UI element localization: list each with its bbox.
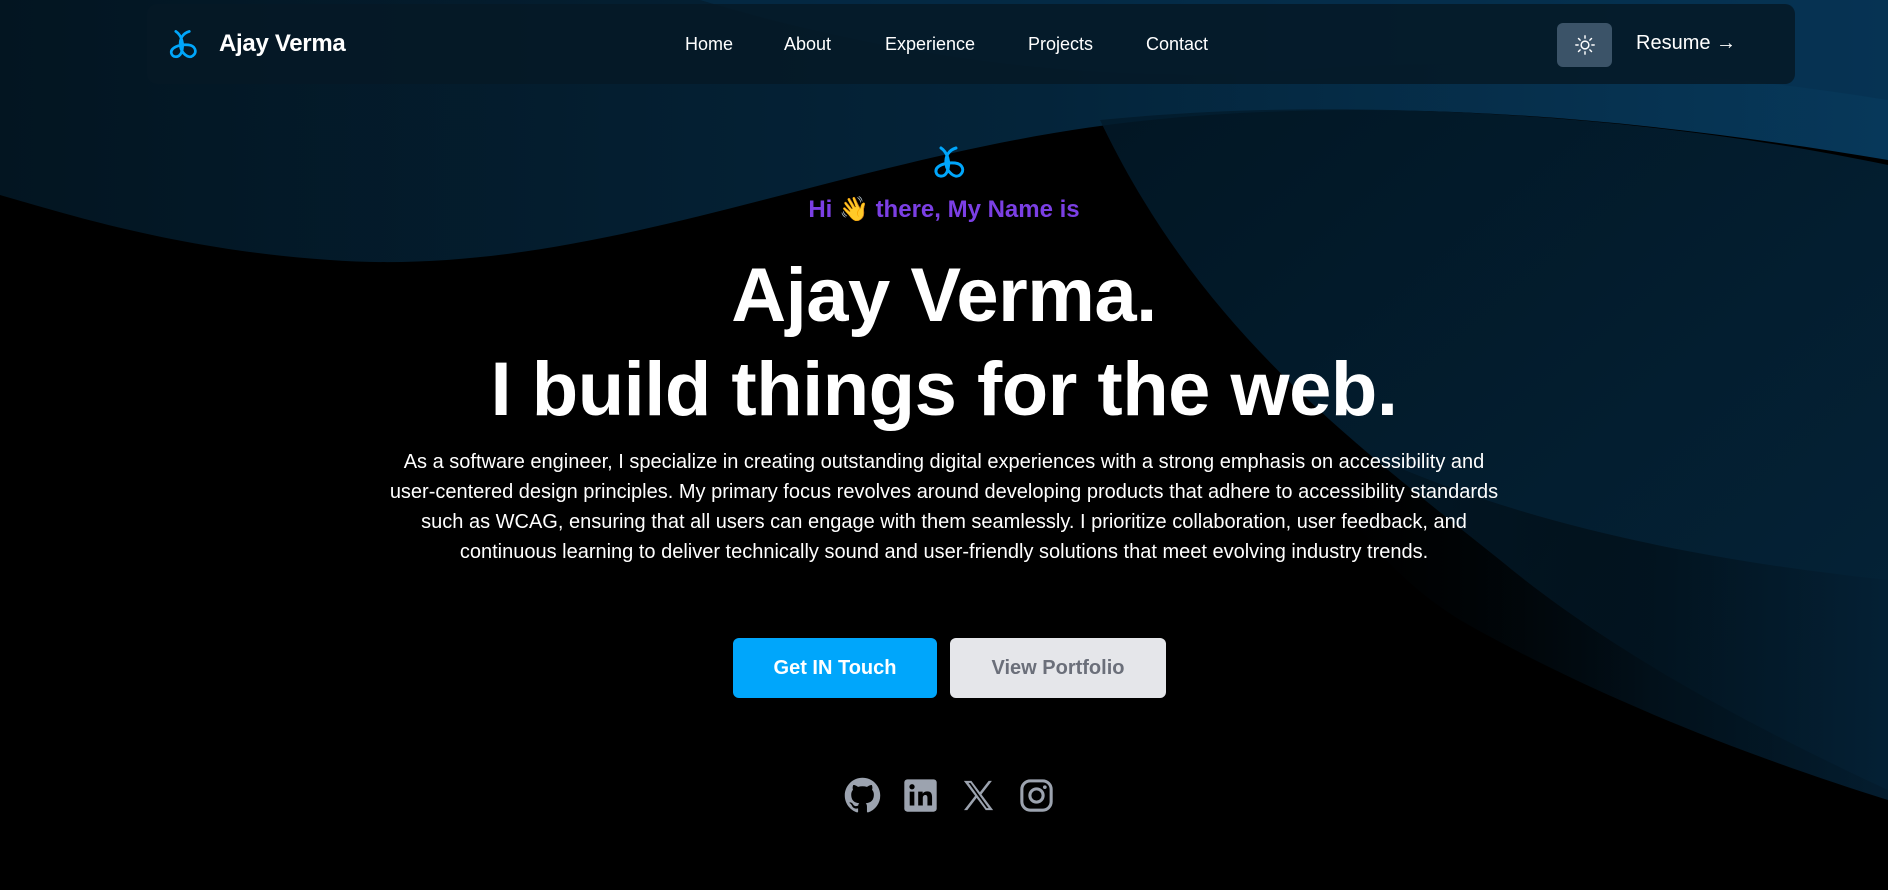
page: Hi 👋 there, My Name is Ajay Verma. I bui… [0,0,1888,890]
linkedin-icon [904,779,937,812]
nav-link-projects[interactable]: Projects [1028,34,1093,55]
nav-link-contact[interactable]: Contact [1146,34,1208,55]
hero-description: As a software engineer, I specialize in … [389,451,1499,563]
hero-tagline-heading: I build things for the web. [490,347,1398,432]
linkedin-link[interactable] [902,777,939,814]
theme-toggle-button[interactable] [1557,23,1612,67]
hero-name-heading: Ajay Verma. [731,253,1157,338]
navbar: Ajay Verma Home About Experience Project… [147,4,1795,84]
instagram-icon [1020,779,1053,812]
instagram-link[interactable] [1018,777,1055,814]
brand[interactable]: Ajay Verma [165,26,346,62]
nav-link-about[interactable]: About [784,34,831,55]
atom-logo-icon [934,146,965,178]
github-link[interactable] [844,777,881,814]
atom-logo-icon [169,30,197,59]
sun-icon [1574,35,1595,55]
nav-link-experience[interactable]: Experience [885,34,975,55]
nav-link-home[interactable]: Home [685,34,733,55]
get-in-touch-button[interactable]: Get IN Touch [733,638,937,698]
x-twitter-icon [963,780,994,811]
hero-section: Hi 👋 there, My Name is Ajay Verma. I bui… [0,0,1888,890]
resume-link[interactable]: Resume → [1636,32,1736,55]
social-links [844,777,1055,814]
brand-name: Ajay Verma [219,30,346,57]
view-portfolio-button[interactable]: View Portfolio [950,638,1166,698]
nav-links: Home About Experience Projects Contact [147,4,1795,84]
x-twitter-link[interactable] [960,777,997,814]
greeting-text: Hi 👋 there, My Name is [808,196,1080,223]
github-icon [844,777,881,813]
